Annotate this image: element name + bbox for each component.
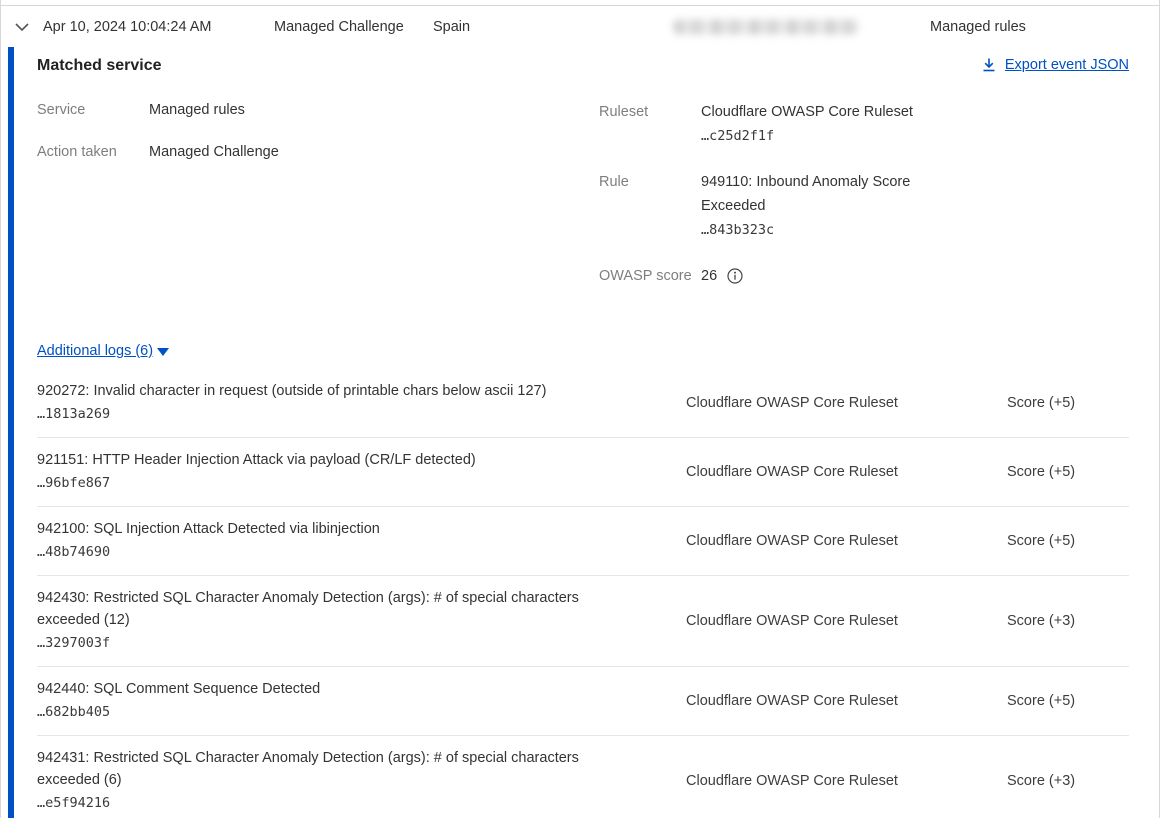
rule-name: 949110: Inbound Anomaly Score Exceeded [701,174,910,214]
panel-title: Matched service [37,57,162,75]
log-score: Score (+5) [1007,395,1129,411]
log-rule-hash: …e5f94216 [37,791,646,815]
log-rule-title: 942430: Restricted SQL Character Anomaly… [37,587,637,631]
action-taken-label: Action taken [37,142,149,162]
log-rule-hash: …682bb405 [37,700,646,724]
owasp-score-field: OWASP score 26 [599,264,1069,288]
ruleset-field: Ruleset Cloudflare OWASP Core Ruleset …c… [599,100,1069,148]
download-icon [981,57,997,73]
caret-down-icon [157,348,169,356]
log-rule-title: 942431: Restricted SQL Character Anomaly… [37,747,637,791]
log-row: 942100: SQL Injection Attack Detected vi… [37,507,1129,576]
log-score: Score (+3) [1007,613,1129,629]
log-rule-hash: …1813a269 [37,402,646,426]
rule-field: Rule 949110: Inbound Anomaly Score Excee… [599,170,1069,242]
log-row: 942431: Restricted SQL Character Anomaly… [37,736,1129,818]
action-taken-field: Action taken Managed Challenge [37,142,599,162]
info-icon[interactable] [727,268,743,284]
log-row: 921151: HTTP Header Injection Attack via… [37,438,1129,507]
log-rule-title: 942100: SQL Injection Attack Detected vi… [37,518,637,540]
ruleset-name: Cloudflare OWASP Core Ruleset [701,104,913,120]
ruleset-label: Ruleset [599,100,701,148]
action-taken-value: Managed Challenge [149,142,279,162]
service-label: Service [37,100,149,120]
log-rule-title: 942440: SQL Comment Sequence Detected [37,678,637,700]
log-rule-hash: …96bfe867 [37,471,646,495]
service-value: Managed rules [149,100,245,120]
export-event-json-link[interactable]: Export event JSON [981,57,1129,73]
ruleset-value: Cloudflare OWASP Core Ruleset …c25d2f1f [701,100,943,148]
log-ruleset: Cloudflare OWASP Core Ruleset [686,773,1007,789]
owasp-score-label: OWASP score [599,264,701,288]
event-service: Managed rules [930,19,1026,35]
additional-logs-toggle[interactable]: Additional logs (6) [37,343,169,359]
security-event-expanded-row: Apr 10, 2024 10:04:24 AM Managed Challen… [0,0,1160,818]
log-ruleset: Cloudflare OWASP Core Ruleset [686,464,1007,480]
rule-value: 949110: Inbound Anomaly Score Exceeded …… [701,170,943,242]
log-ruleset: Cloudflare OWASP Core Ruleset [686,533,1007,549]
service-field: Service Managed rules [37,100,599,120]
owasp-score-value: 26 [701,264,717,288]
event-datetime: Apr 10, 2024 10:04:24 AM [43,19,212,35]
event-action: Managed Challenge [274,19,404,35]
log-ruleset: Cloudflare OWASP Core Ruleset [686,395,1007,411]
matched-service-details: Service Managed rules Action taken Manag… [37,100,1129,310]
chevron-down-icon[interactable] [14,19,30,35]
log-ruleset: Cloudflare OWASP Core Ruleset [686,693,1007,709]
ruleset-hash: …c25d2f1f [701,124,943,148]
log-rule-hash: …48b74690 [37,540,646,564]
event-detail-panel: Matched service Export event JSON Servic… [8,47,1159,818]
log-score: Score (+5) [1007,464,1129,480]
log-row: 942440: SQL Comment Sequence Detected …6… [37,667,1129,736]
event-redacted-host [673,19,859,34]
rule-hash: …843b323c [701,218,943,242]
event-summary-row[interactable]: Apr 10, 2024 10:04:24 AM Managed Challen… [1,5,1159,47]
rule-label: Rule [599,170,701,242]
log-ruleset: Cloudflare OWASP Core Ruleset [686,613,1007,629]
event-country: Spain [433,19,470,35]
log-rule-title: 921151: HTTP Header Injection Attack via… [37,449,637,471]
log-score: Score (+5) [1007,533,1129,549]
additional-logs-list: 920272: Invalid character in request (ou… [37,369,1129,818]
log-score: Score (+3) [1007,773,1129,789]
log-row: 942430: Restricted SQL Character Anomaly… [37,576,1129,667]
log-rule-title: 920272: Invalid character in request (ou… [37,380,637,402]
additional-logs-label: Additional logs (6) [37,343,153,359]
export-event-json-label: Export event JSON [1005,57,1129,73]
owasp-score-value-wrap: 26 [701,264,943,288]
log-rule-hash: …3297003f [37,631,646,655]
log-score: Score (+5) [1007,693,1129,709]
log-row: 920272: Invalid character in request (ou… [37,369,1129,438]
